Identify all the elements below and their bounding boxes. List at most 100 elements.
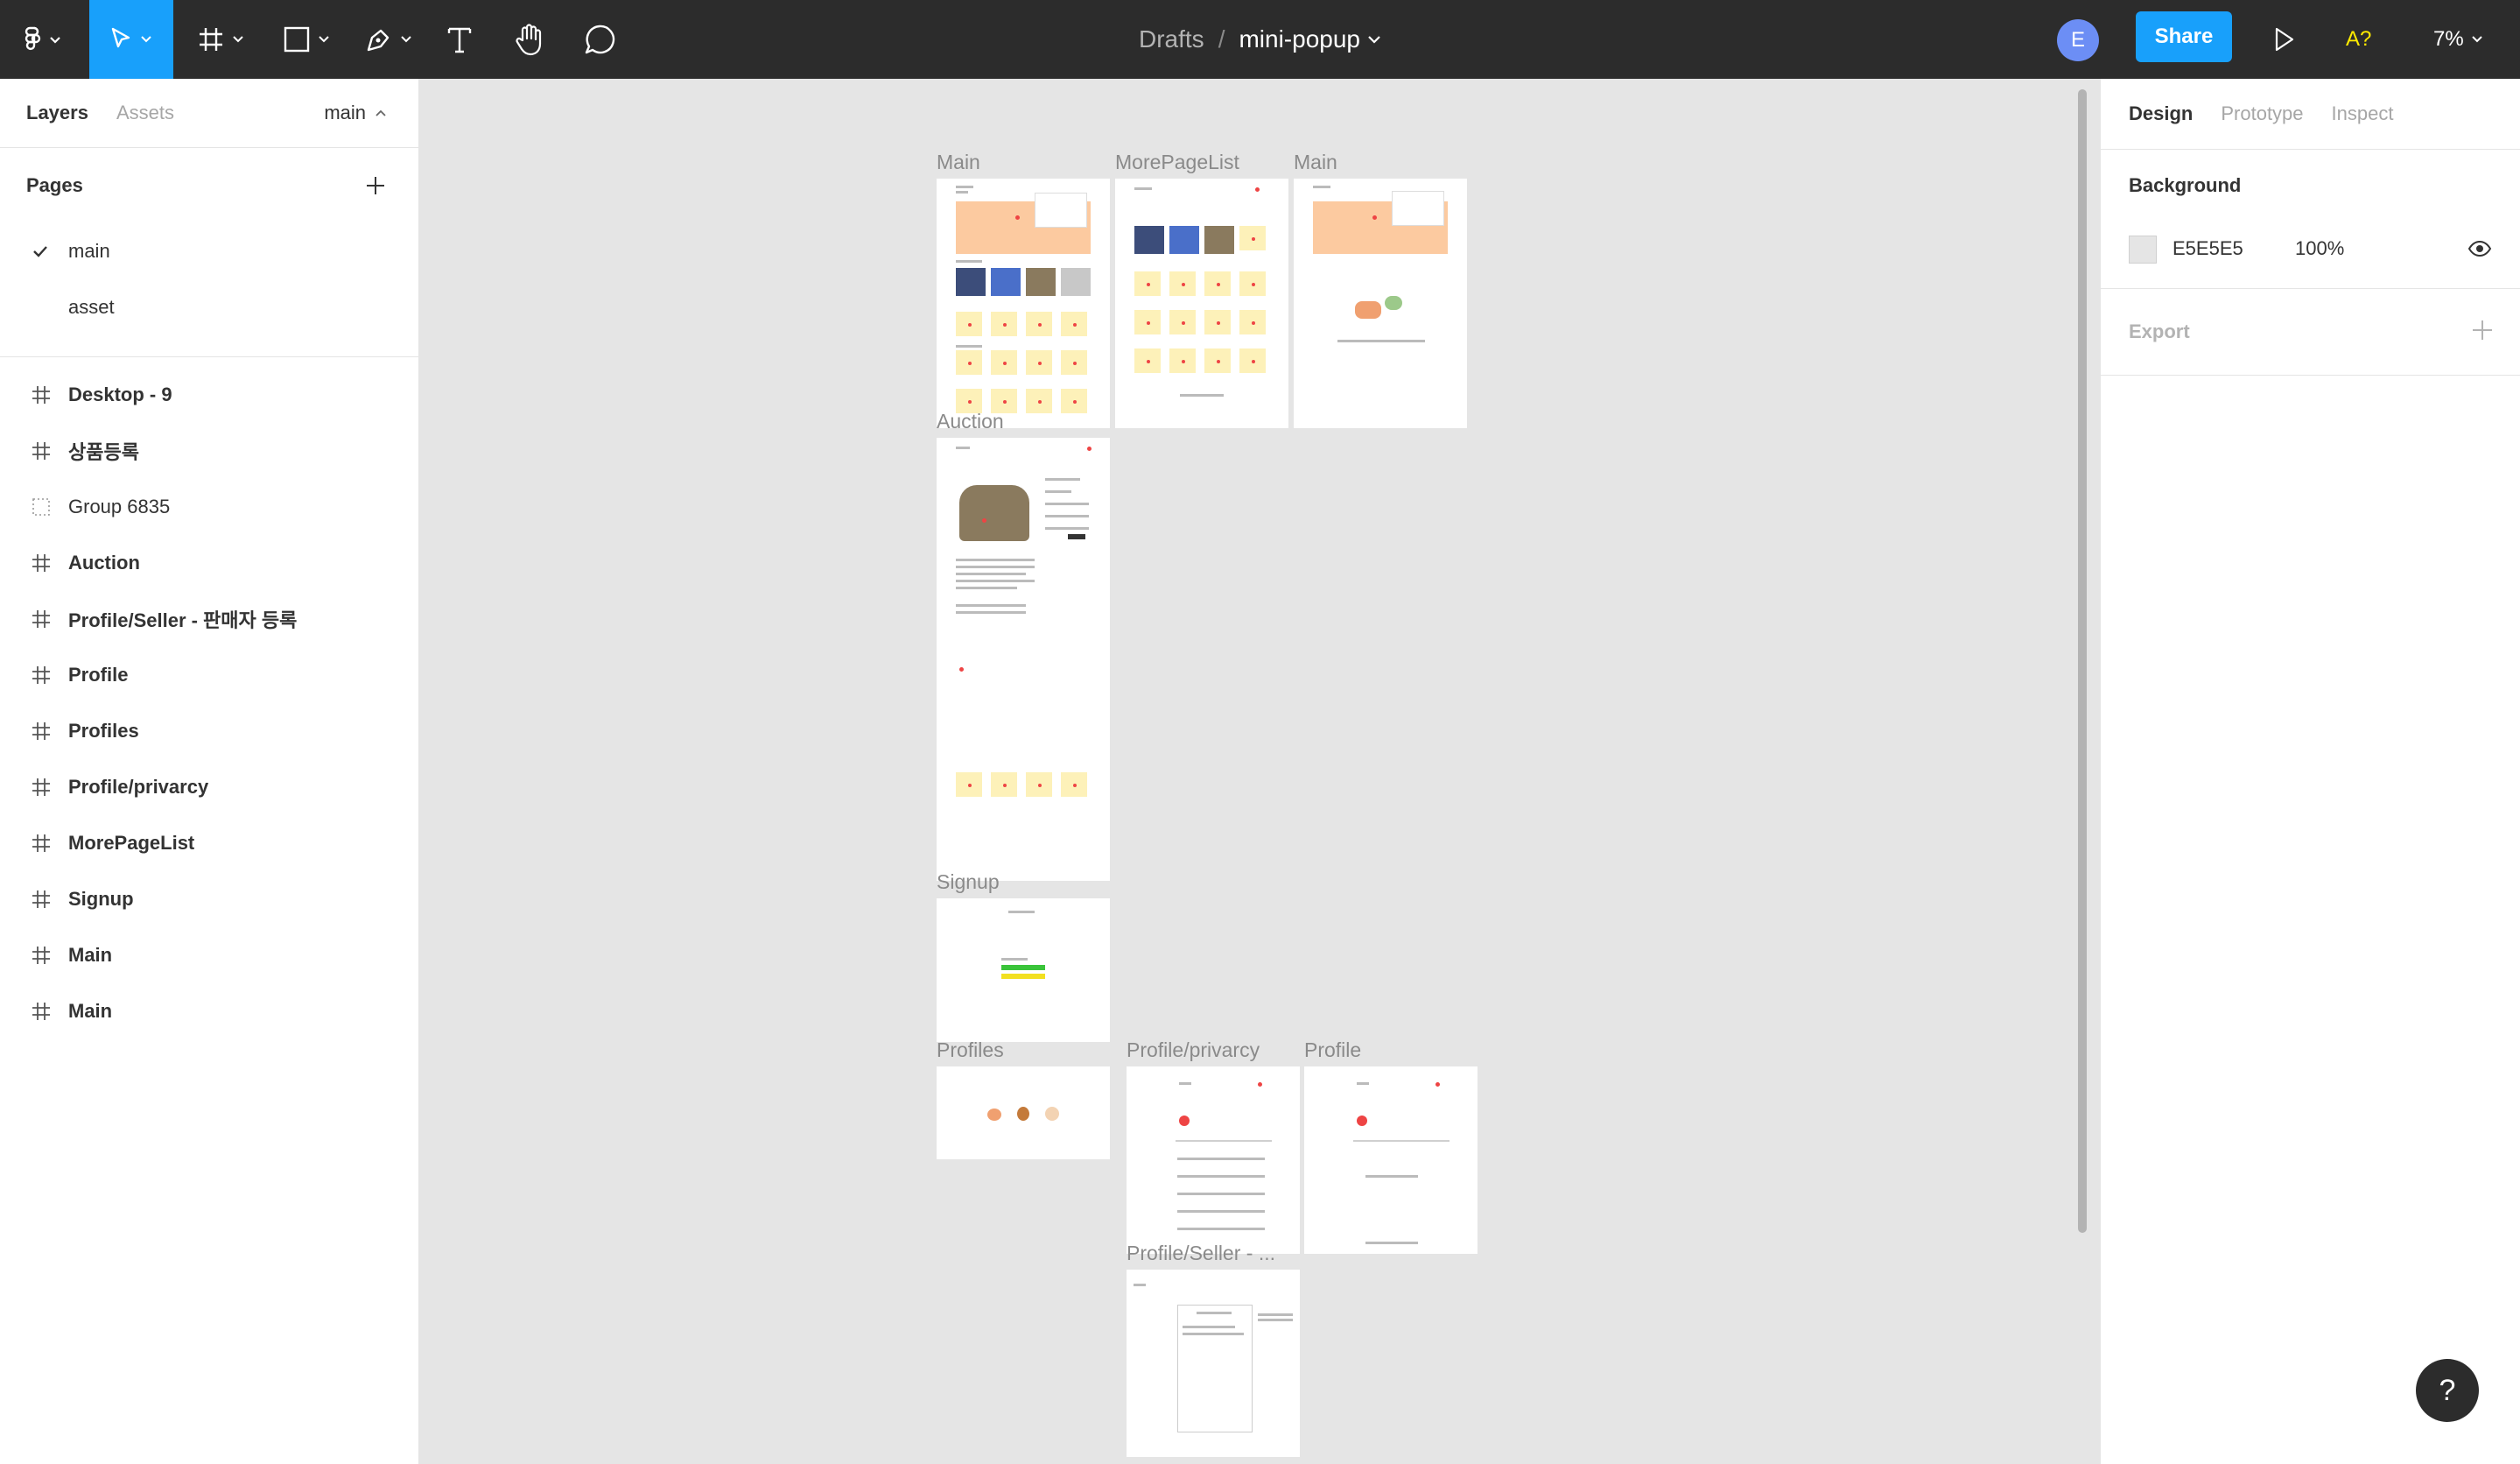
frame-profile-seller[interactable] xyxy=(1127,1270,1300,1457)
mini-dot xyxy=(1435,1082,1440,1087)
layer-item[interactable]: Group 6835 xyxy=(0,479,418,535)
mini-thumb xyxy=(1169,226,1199,254)
design-canvas[interactable]: Main MorePageList Main Auction Signup Pr… xyxy=(420,79,2099,1464)
mini-text xyxy=(956,611,1026,614)
chevron-down-icon xyxy=(319,36,329,43)
background-title: Background xyxy=(2129,174,2242,196)
breadcrumb-drafts[interactable]: Drafts xyxy=(1139,25,1204,53)
export-title: Export xyxy=(2129,320,2190,342)
layer-item[interactable]: 상품등록 xyxy=(0,423,418,479)
frame-morepagelist[interactable] xyxy=(1115,179,1288,428)
text-tool-button[interactable] xyxy=(438,0,481,79)
figma-menu-button[interactable] xyxy=(0,0,88,79)
frame-auction[interactable] xyxy=(937,438,1110,881)
left-panel-tabs: Layers Assets main xyxy=(0,79,418,147)
mini-card xyxy=(1061,772,1087,797)
mini-text xyxy=(1313,186,1330,188)
user-avatar[interactable]: E xyxy=(2057,19,2099,61)
frame-label-profile-seller[interactable]: Profile/Seller - ... xyxy=(1127,1242,1275,1265)
current-page-selector[interactable]: main xyxy=(324,79,387,147)
frame-icon xyxy=(32,834,50,852)
hand-tool-button[interactable] xyxy=(508,0,551,79)
plus-icon xyxy=(367,177,384,194)
tab-layers[interactable]: Layers xyxy=(26,102,88,124)
mini-text xyxy=(1337,340,1425,342)
layer-item[interactable]: Main xyxy=(0,983,418,1039)
background-opacity-input[interactable]: 100% xyxy=(2295,237,2344,260)
tab-design[interactable]: Design xyxy=(2129,102,2193,125)
mini-dot xyxy=(1258,1082,1262,1087)
frame-label-profiles[interactable]: Profiles xyxy=(937,1038,1004,1062)
frame-profile-privacy[interactable] xyxy=(1127,1066,1300,1254)
right-panel-tabs: Design Prototype Inspect xyxy=(2101,79,2520,149)
layer-item[interactable]: Auction xyxy=(0,535,418,591)
layer-item[interactable]: Main xyxy=(0,927,418,983)
mini-card xyxy=(991,312,1017,336)
pen-tool-button[interactable] xyxy=(354,0,424,79)
mini-avatar xyxy=(1179,1116,1190,1126)
frame-label-signup[interactable]: Signup xyxy=(937,870,1000,894)
plus-icon[interactable] xyxy=(2471,319,2494,341)
chevron-down-icon[interactable] xyxy=(1367,35,1381,44)
share-button[interactable]: Share xyxy=(2136,11,2232,62)
frame-label-morepagelist[interactable]: MorePageList xyxy=(1115,151,1239,174)
frame-label-profile-privacy[interactable]: Profile/privarcy xyxy=(1127,1038,1260,1062)
frame-label-auction[interactable]: Auction xyxy=(937,410,1004,433)
comment-tool-button[interactable] xyxy=(578,0,621,79)
layer-item[interactable]: Profile/Seller - 판매자 등록 xyxy=(0,591,418,647)
layer-item[interactable]: Profiles xyxy=(0,703,418,759)
mini-illustration xyxy=(1355,301,1381,319)
page-item-asset[interactable]: asset xyxy=(0,279,418,335)
mini-card xyxy=(1239,310,1266,334)
layer-item[interactable]: Profile/privarcy xyxy=(0,759,418,815)
layer-item[interactable]: Desktop - 9 xyxy=(0,367,418,423)
move-tool-button[interactable] xyxy=(89,0,173,79)
mini-sneaker-image xyxy=(959,485,1029,541)
chevron-down-icon xyxy=(141,36,151,43)
background-color-swatch[interactable] xyxy=(2129,236,2157,264)
mini-thumb xyxy=(991,268,1021,296)
group-icon xyxy=(32,498,50,516)
frame-signup[interactable] xyxy=(937,898,1110,1042)
layer-item[interactable]: Profile xyxy=(0,647,418,703)
layer-label: Auction xyxy=(68,552,140,574)
zoom-menu[interactable]: 7% xyxy=(2433,0,2483,79)
tab-assets[interactable]: Assets xyxy=(116,102,174,124)
mini-button xyxy=(1068,534,1085,539)
mini-card xyxy=(1061,350,1087,375)
pages-header: Pages xyxy=(0,148,418,223)
mini-text xyxy=(1258,1319,1293,1321)
frame-icon xyxy=(32,890,50,908)
layer-item[interactable]: MorePageList xyxy=(0,815,418,871)
page-item-main[interactable]: main xyxy=(0,223,418,279)
mini-card xyxy=(1239,271,1266,296)
frame-icon xyxy=(32,554,50,572)
layer-item[interactable]: Signup xyxy=(0,871,418,927)
help-button[interactable]: ? xyxy=(2416,1359,2479,1422)
frame-label-profile[interactable]: Profile xyxy=(1304,1038,1361,1062)
frame-tool-button[interactable] xyxy=(186,0,256,79)
tab-prototype[interactable]: Prototype xyxy=(2221,102,2303,125)
canvas-scrollbar[interactable] xyxy=(2078,89,2087,1233)
mini-text xyxy=(956,345,982,348)
frame-icon xyxy=(32,722,50,740)
mini-text xyxy=(1179,1082,1191,1085)
frame-label-main[interactable]: Main xyxy=(937,151,980,174)
frame-profile[interactable] xyxy=(1304,1066,1478,1254)
frame-label-main[interactable]: Main xyxy=(1294,151,1337,174)
mini-text xyxy=(1183,1326,1235,1328)
present-button[interactable] xyxy=(2267,19,2302,60)
missing-fonts-button[interactable]: A? xyxy=(2346,0,2371,79)
shape-tool-button[interactable] xyxy=(271,0,341,79)
frame-main[interactable] xyxy=(1294,179,1467,428)
frame-main[interactable] xyxy=(937,179,1110,428)
frame-tool-icon xyxy=(200,28,222,51)
frame-profiles[interactable] xyxy=(937,1066,1110,1159)
add-page-button[interactable] xyxy=(362,172,389,199)
background-hex-input[interactable]: E5E5E5 xyxy=(2173,237,2243,260)
mini-text xyxy=(956,604,1026,607)
tab-inspect[interactable]: Inspect xyxy=(2332,102,2394,125)
eye-icon[interactable] xyxy=(2467,239,2492,258)
mini-card xyxy=(1204,271,1231,296)
file-name[interactable]: mini-popup xyxy=(1239,25,1360,53)
